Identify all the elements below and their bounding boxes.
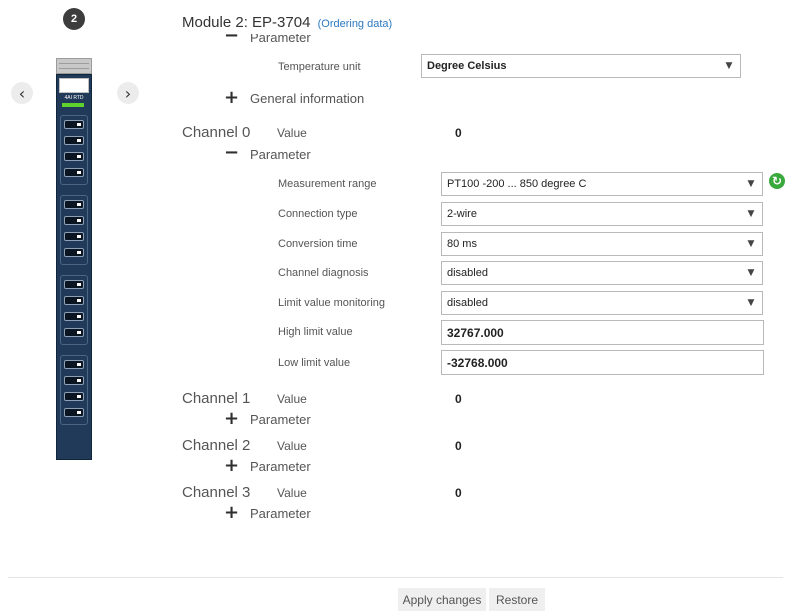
- low-limit-value-label: Low limit value: [278, 357, 351, 369]
- footer-divider: [8, 577, 783, 578]
- dropdown-arrow-icon: ▼: [747, 179, 755, 189]
- channel-0-value: 0: [455, 126, 462, 140]
- terminal-block: [60, 195, 88, 265]
- restore-button[interactable]: Restore: [489, 588, 545, 611]
- channel-3-value-label: Value: [277, 486, 307, 500]
- high-limit-value-text: 32767.000: [447, 325, 504, 340]
- channel-3-parameter-label: Parameter: [250, 506, 311, 521]
- status-led: [62, 103, 84, 107]
- previous-module-button[interactable]: ‹: [11, 82, 33, 104]
- module-number-badge: 2: [63, 8, 85, 30]
- module-top-cap: [56, 58, 92, 74]
- expand-channel-2-parameter-toggle[interactable]: +: [224, 457, 239, 475]
- limit-value-monitoring-label: Limit value monitoring: [278, 297, 385, 309]
- module-label-plate: [59, 78, 89, 93]
- channel-diagnosis-value: disabled: [447, 267, 488, 279]
- collapse-parameter-toggle[interactable]: −: [224, 27, 239, 45]
- conversion-time-value: 80 ms: [447, 238, 477, 250]
- channel-1-value: 0: [455, 392, 462, 406]
- channel-3-title: Channel 3: [182, 484, 251, 501]
- temperature-unit-value: Degree Celsius: [427, 60, 507, 72]
- module-title-text: Module 2: EP-3704: [182, 14, 311, 31]
- measurement-range-value: PT100 -200 ... 850 degree C: [447, 178, 587, 190]
- chevron-right-icon: ›: [124, 83, 132, 103]
- limit-value-monitoring-select[interactable]: disabled ▼: [441, 291, 763, 315]
- general-information-label: General information: [250, 91, 365, 106]
- apply-changes-button[interactable]: Apply changes: [398, 588, 486, 611]
- dropdown-arrow-icon: ▼: [747, 209, 755, 219]
- expand-channel-3-parameter-toggle[interactable]: +: [224, 504, 239, 522]
- ordering-data-link[interactable]: (Ordering data): [318, 18, 393, 30]
- channel-1-parameter-label: Parameter: [250, 412, 311, 427]
- channel-0-value-label: Value: [277, 126, 307, 140]
- parameter-label: Parameter: [250, 30, 311, 45]
- terminal-block: [60, 115, 88, 185]
- temperature-unit-label: Temperature unit: [278, 61, 361, 73]
- channel-0-title: Channel 0: [182, 124, 251, 141]
- limit-value-monitoring-value: disabled: [447, 297, 488, 309]
- low-limit-value-text: -32768.000: [447, 355, 508, 370]
- dropdown-arrow-icon: ▼: [725, 61, 733, 71]
- dropdown-arrow-icon: ▼: [747, 268, 755, 278]
- module-body: 4AI RTD: [56, 74, 92, 460]
- chevron-left-icon: ‹: [18, 83, 26, 103]
- high-limit-value-input[interactable]: 32767.000: [441, 320, 764, 345]
- module-type-text: 4AI RTD: [64, 95, 84, 101]
- high-limit-value-label: High limit value: [278, 326, 353, 338]
- module-image: 4AI RTD: [56, 58, 92, 460]
- dropdown-arrow-icon: ▼: [747, 239, 755, 249]
- connection-type-value: 2-wire: [447, 208, 477, 220]
- channel-0-parameter-label: Parameter: [250, 147, 311, 162]
- collapse-channel-0-parameter-toggle[interactable]: −: [224, 144, 239, 162]
- temperature-unit-select[interactable]: Degree Celsius ▼: [421, 54, 741, 78]
- connection-type-select[interactable]: 2-wire ▼: [441, 202, 763, 226]
- connection-type-label: Connection type: [278, 208, 358, 220]
- channel-2-value-label: Value: [277, 439, 307, 453]
- channel-1-title: Channel 1: [182, 390, 251, 407]
- next-module-button[interactable]: ›: [117, 82, 139, 104]
- measurement-range-select[interactable]: PT100 -200 ... 850 degree C ▼: [441, 172, 763, 196]
- channel-2-title: Channel 2: [182, 437, 251, 454]
- refresh-icon[interactable]: ↻: [769, 173, 785, 189]
- channel-3-value: 0: [455, 486, 462, 500]
- channel-1-value-label: Value: [277, 392, 307, 406]
- conversion-time-select[interactable]: 80 ms ▼: [441, 232, 763, 256]
- dropdown-arrow-icon: ▼: [747, 298, 755, 308]
- module-title: Module 2: EP-3704 (Ordering data): [182, 14, 392, 31]
- channel-2-value: 0: [455, 439, 462, 453]
- expand-channel-1-parameter-toggle[interactable]: +: [224, 410, 239, 428]
- low-limit-value-input[interactable]: -32768.000: [441, 350, 764, 375]
- terminal-block: [60, 275, 88, 345]
- channel-2-parameter-label: Parameter: [250, 459, 311, 474]
- channel-diagnosis-select[interactable]: disabled ▼: [441, 261, 763, 285]
- expand-general-information-toggle[interactable]: +: [224, 89, 239, 107]
- measurement-range-label: Measurement range: [278, 178, 377, 190]
- conversion-time-label: Conversion time: [278, 238, 358, 250]
- terminal-block: [60, 355, 88, 425]
- channel-diagnosis-label: Channel diagnosis: [278, 267, 369, 279]
